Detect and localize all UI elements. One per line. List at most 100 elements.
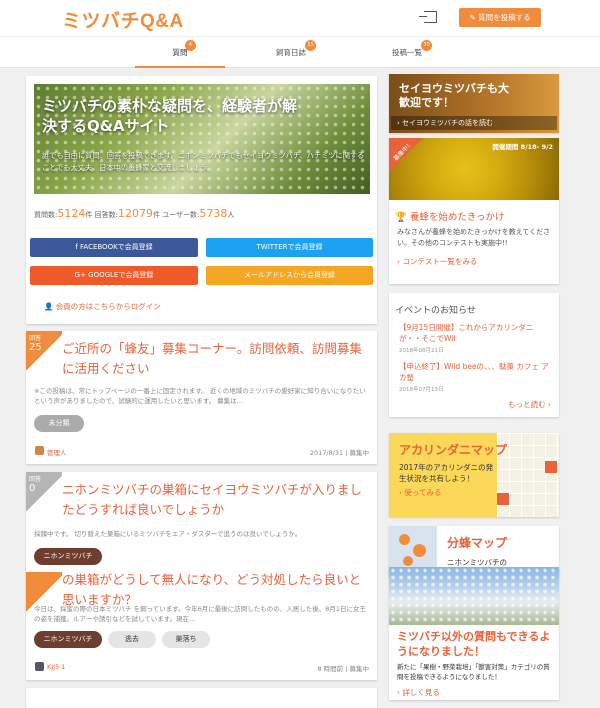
answer-ribbon-label: 回答 <box>29 335 42 342</box>
event-item[interactable]: 【9月15日開催】これからアカリンダニが・・そこでWil <box>399 322 549 344</box>
email-signup-button[interactable]: メールアドレスから会員登録 <box>206 266 373 285</box>
answer-count-label: 回答数: <box>94 211 118 219</box>
contest-title-label: 養蜂を始めたきっかけ <box>409 212 505 223</box>
member-login-label: 会員の方はこちらからログイン <box>55 302 161 311</box>
user-count-label: ユーザー数: <box>162 211 200 219</box>
top-bar: ミツバチQ&A ✎ 質問を投稿する <box>0 0 600 36</box>
tab-posts[interactable]: 投稿一覧 30 <box>362 37 452 68</box>
question-status: 募集中 <box>349 665 370 673</box>
answer-count: 0 <box>29 483 36 494</box>
tab-posts-label: 投稿一覧 <box>392 48 422 57</box>
contest-card[interactable]: 募集中！ 開催期間 8/18- 9/2 🏆 養蜂を始めたきっかけ みなさんが養蜂… <box>389 138 559 284</box>
trophy-icon: 🏆 <box>395 212 407 223</box>
post-question-button[interactable]: ✎ 質問を投稿する <box>459 8 541 27</box>
login-icon[interactable] <box>419 11 437 23</box>
other-questions-description: 新たに「果樹・野菜栽培」「獣害対策」カテゴリの質問を投稿できるようになりました！ <box>397 663 550 681</box>
question-meta: 8 時間前 | 募集中 <box>317 665 370 673</box>
main-tabs: 質問 4 飼育日誌 15 投稿一覧 30 <box>0 36 600 68</box>
question-user[interactable]: 管理人 <box>47 447 67 457</box>
answer-ribbon-label: 回答 <box>29 476 42 483</box>
post-question-label: 質問を投稿する <box>478 13 531 22</box>
western-bee-link[interactable]: › セイヨウミツバチの話を読む <box>391 116 557 130</box>
question-title[interactable]: ご近所の「蜂友」募集コーナー。訪問依頼、訪問募集に活用ください <box>62 339 368 379</box>
question-excerpt: ※この投稿は、常にトップページの一番上に固定されます。 近くの地域のミツバチの愛… <box>34 387 366 405</box>
acarine-map-description: 2017年のアカリンダニの発生状況を共有しよう！ <box>399 463 494 483</box>
western-bee-link-label: セイヨウミツバチの話を読む <box>402 119 494 127</box>
other-questions-banner[interactable]: ミツバチ以外の質問もできるようになりました！ 新たに「果樹・野菜栽培」「獣害対策… <box>389 567 559 700</box>
question-card[interactable] <box>26 688 377 708</box>
question-count-label: 質問数: <box>34 211 58 219</box>
twitter-signup-button[interactable]: TWITTERで会員登録 <box>206 238 373 257</box>
hero-banner: ミツバチの素朴な疑問を、経験者が解決するQ&Aサイト 誰でも自由に質問、回答を投… <box>34 84 370 194</box>
question-date: 8 時間前 <box>317 665 344 673</box>
tab-diary-label: 飼育日誌 <box>276 48 306 57</box>
question-user[interactable]: KJJ5 1 <box>47 663 65 671</box>
tab-questions[interactable]: 質問 4 <box>135 37 225 68</box>
question-tag[interactable]: ニホンミツバチ <box>34 631 102 648</box>
avatar <box>35 446 44 455</box>
swarm-map-marker <box>399 534 410 545</box>
chevron-right-icon: › <box>548 400 551 409</box>
question-card[interactable]: 回答 25 ご近所の「蜂友」募集コーナー。訪問依頼、訪問募集に活用ください ※こ… <box>26 331 377 464</box>
swarm-map-marker <box>403 556 413 566</box>
events-more-link[interactable]: もっと読む › <box>508 399 551 410</box>
question-title[interactable]: ニホンミツバチの巣箱にセイヨウミツバチが入りましたどうすれば良いでしょうか <box>62 480 372 520</box>
pencil-icon: ✎ <box>469 13 479 22</box>
other-questions-image <box>389 567 559 625</box>
question-card[interactable]: の巣箱がどうして無人になり、どう対処したら良いと思いますか？ 今日は、採蜜の際の… <box>26 572 377 680</box>
avatar <box>35 662 44 671</box>
user-count: 5738 <box>199 207 228 220</box>
contest-title[interactable]: 🏆 養蜂を始めたきっかけ <box>395 209 505 223</box>
tab-diary-badge: 15 <box>305 40 316 51</box>
contest-list-link-label: コンテスト一覧をみる <box>402 257 478 266</box>
site-logo[interactable]: ミツバチQ&A <box>62 6 184 33</box>
question-tag[interactable]: ニホンミツバチ <box>34 548 102 565</box>
question-tag[interactable]: 巣落ち <box>162 631 210 648</box>
other-questions-link-label: 詳しく見る <box>402 688 440 697</box>
contest-period: 開催期間 8/18- 9/2 <box>492 143 553 151</box>
acarine-map-cell <box>497 493 509 505</box>
member-login-link[interactable]: 👤 会員の方はこちらからログイン <box>44 301 161 312</box>
question-count: 5124 <box>57 207 86 220</box>
tab-posts-badge: 30 <box>421 40 432 51</box>
answer-count: 12079 <box>117 207 153 220</box>
western-bee-title: セイヨウミツバチも大歓迎です！ <box>399 82 509 109</box>
event-date: 2018年08月21日 <box>399 348 444 354</box>
question-tag[interactable]: 未分類 <box>34 415 84 432</box>
hero-description: 誰でも自由に質問、回答を投稿できます。ニホンミツバチでもセイヨウミツバチ、ハチミ… <box>42 151 365 172</box>
acarine-map-link[interactable]: › 使ってみる <box>399 487 442 498</box>
facebook-signup-button[interactable]: f FACEBOOKで会員登録 <box>30 238 198 257</box>
event-item[interactable]: 【申込終了】Wild beeの、、、駄菓 カフェ アカ塾 <box>399 361 549 383</box>
question-meta: 2017/8/31 | 募集中 <box>309 449 370 457</box>
events-more-label: もっと読む <box>508 400 546 409</box>
event-date: 2018年07月13日 <box>399 387 444 393</box>
tab-questions-badge: 4 <box>185 40 196 51</box>
answer-ribbon: 回答 0 <box>26 472 62 516</box>
contest-description: みなさんが養蜂を始めたきっかけを教えてください。その他のコンテストも実施中!! <box>397 228 551 247</box>
question-tag[interactable]: 逃去 <box>108 631 156 648</box>
hero-title: ミツバチの素朴な疑問を、経験者が解決するQ&Aサイト <box>42 97 298 135</box>
swarm-map-marker <box>413 544 426 557</box>
question-count-unit: 件 <box>85 211 93 219</box>
question-excerpt: 今日は、採蜜の際の日本ミツバチ を飼っています。今年6月に最後に訪問したものの、… <box>34 605 366 623</box>
events-card: イベントのお知らせ 【9月15日開催】これからアカリンダニが・・そこでWil 2… <box>389 293 559 417</box>
user-count-unit: 人 <box>227 211 235 219</box>
user-icon: 👤 <box>44 302 56 311</box>
other-questions-title: ミツバチ以外の質問もできるようになりました！ <box>397 630 551 658</box>
question-status: 募集中 <box>349 449 370 457</box>
contest-list-link[interactable]: › コンテスト一覧をみる <box>397 256 477 267</box>
site-stats: 質問数:5124件 回答数:12079件 ユーザー数:5738人 <box>34 207 234 220</box>
google-signup-button[interactable]: G+ GOOGLEで会員登録 <box>30 266 198 285</box>
answer-count-unit: 件 <box>152 211 160 219</box>
acarine-map-title: アカリンダニマップ <box>399 443 508 457</box>
acarine-map-banner[interactable]: アカリンダニマップ 2017年のアカリンダニの発生状況を共有しよう！ › 使って… <box>389 433 559 517</box>
western-bee-banner[interactable]: セイヨウミツバチも大歓迎です！ › セイヨウミツバチの話を読む <box>389 74 559 133</box>
swarm-map-title: 分蜂マップ <box>447 536 508 550</box>
events-title: イベントのお知らせ <box>395 306 476 316</box>
other-questions-link[interactable]: › 詳しく見る <box>397 687 440 698</box>
tab-diary[interactable]: 飼育日誌 15 <box>246 37 336 68</box>
acarine-map-cell <box>545 461 557 473</box>
question-excerpt: 採餌中です。 切り替えた巣箱にいるミツバチをエア・ダスターで追うのは良いでしょう… <box>34 530 302 538</box>
question-card[interactable]: 回答 0 ニホンミツバチの巣箱にセイヨウミツバチが入りましたどうすれば良いでしょ… <box>26 472 377 572</box>
tab-questions-label: 質問 <box>172 48 188 57</box>
